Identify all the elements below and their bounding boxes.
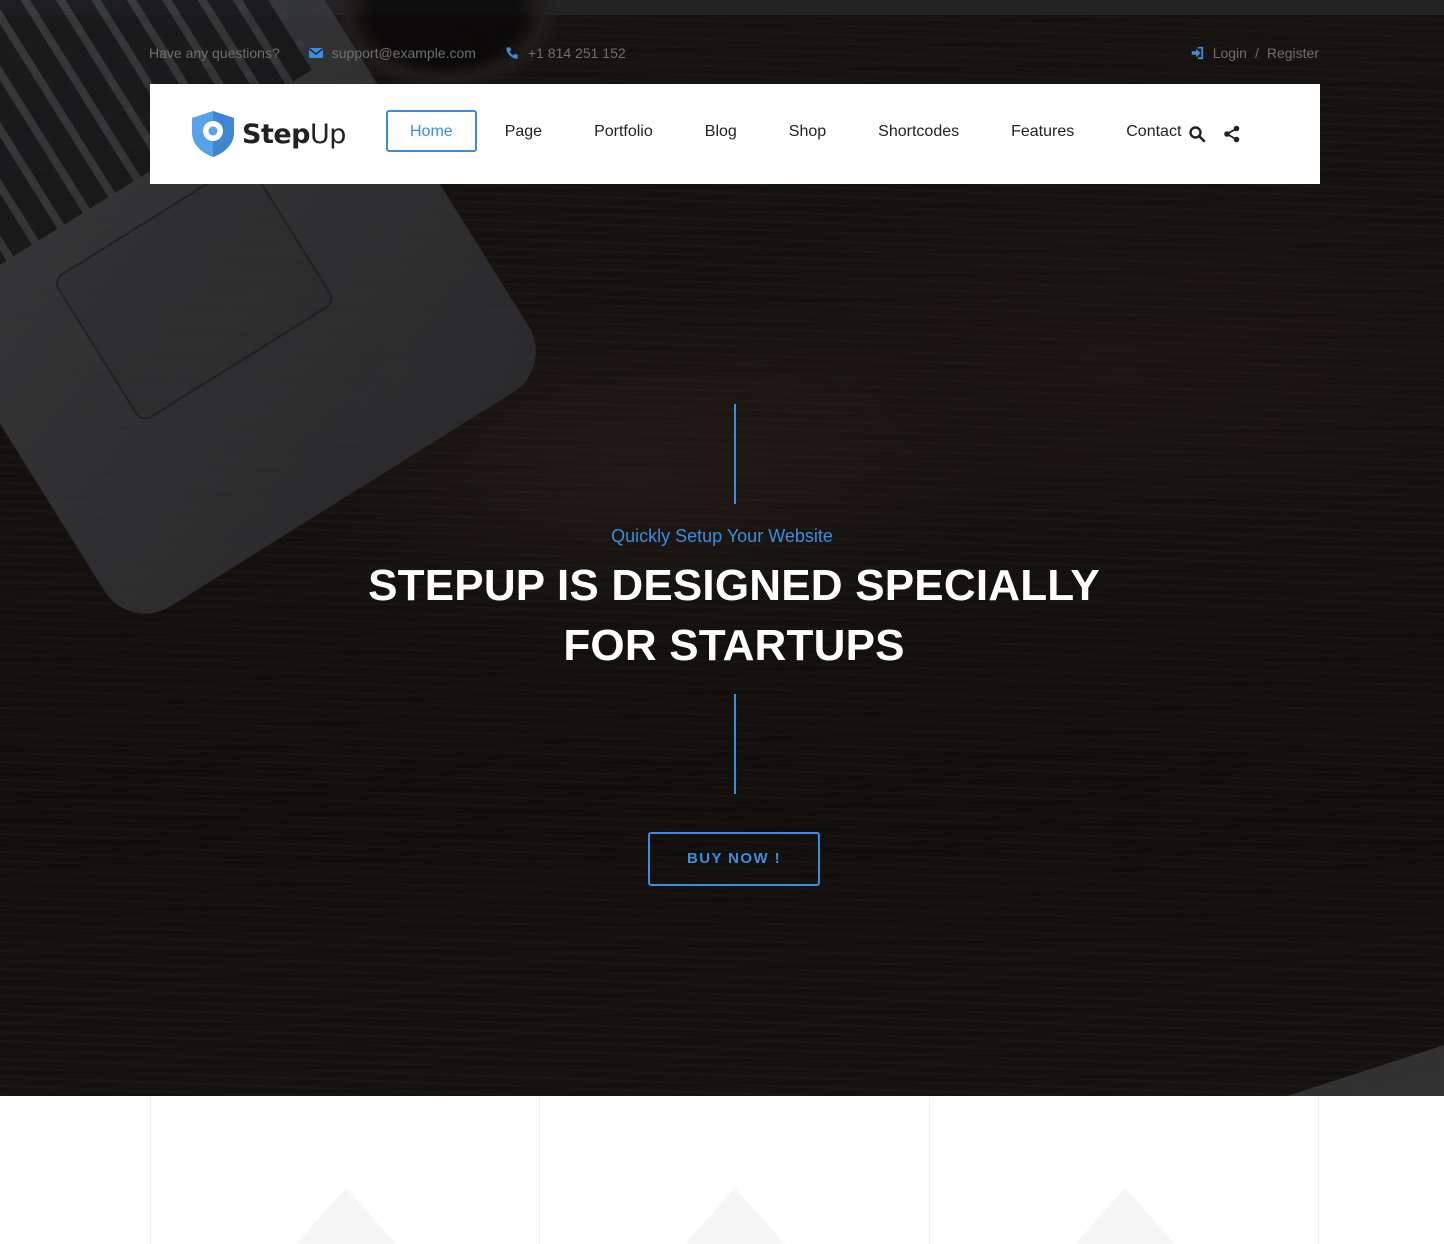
nav-item-portfolio[interactable]: Portfolio — [570, 110, 677, 152]
main-nav: Home Page Portfolio Blog Shop Shortcodes… — [386, 110, 1209, 152]
site-header: StepUp Home Page Portfolio Blog Shop Sho… — [150, 84, 1320, 184]
logo-text: StepUp — [242, 119, 346, 150]
hero-divider-bottom — [734, 694, 736, 794]
nav-item-page[interactable]: Page — [481, 110, 566, 152]
feature-icon-placeholder — [685, 1188, 785, 1244]
nav-item-blog[interactable]: Blog — [681, 110, 761, 152]
envelope-icon — [308, 48, 323, 58]
phone-link[interactable]: +1 814 251 152 — [528, 45, 626, 61]
logo-light: Up — [310, 118, 346, 150]
feature-column — [929, 1096, 1319, 1244]
hero-headline: STEPUP IS DESIGNED SPECIALLY FOR STARTUP… — [322, 556, 1146, 676]
login-link[interactable]: Login — [1189, 45, 1247, 61]
site-logo[interactable]: StepUp — [190, 110, 346, 158]
question-text: Have any questions? — [149, 45, 280, 61]
topbar-question: Have any questions? — [149, 45, 280, 61]
login-label[interactable]: Login — [1213, 45, 1247, 61]
topbar-account: Login / Register — [1189, 42, 1319, 64]
email-link[interactable]: support@example.com — [332, 45, 476, 61]
shield-icon — [192, 111, 234, 157]
header-tools — [1188, 125, 1258, 143]
features-section — [0, 1096, 1444, 1244]
topbar-email[interactable]: support@example.com — [308, 45, 476, 61]
feature-column — [539, 1096, 929, 1244]
login-register-separator: / — [1254, 45, 1259, 61]
nav-item-features[interactable]: Features — [987, 110, 1098, 152]
feature-icon-placeholder — [296, 1188, 396, 1244]
feature-column — [150, 1096, 540, 1244]
logo-bold: Step — [242, 118, 311, 150]
nav-item-shortcodes[interactable]: Shortcodes — [854, 110, 983, 152]
register-link[interactable]: Register — [1267, 45, 1319, 61]
hero-headline-line-1: STEPUP IS DESIGNED SPECIALLY — [368, 561, 1100, 610]
share-icon[interactable] — [1223, 125, 1241, 143]
nav-item-shop[interactable]: Shop — [765, 110, 850, 152]
search-icon[interactable] — [1188, 125, 1206, 143]
topbar-phone[interactable]: +1 814 251 152 — [504, 45, 626, 61]
topbar-contact: Have any questions? support@example.com … — [149, 42, 654, 64]
sign-in-icon — [1191, 46, 1203, 60]
phone-icon — [506, 47, 518, 59]
buy-now-button[interactable]: BUY NOW ! — [648, 832, 820, 886]
hero-divider-top — [734, 404, 736, 504]
nav-item-home[interactable]: Home — [386, 110, 477, 152]
hero-headline-line-2: FOR STARTUPS — [563, 621, 905, 670]
hero-subtitle: Quickly Setup Your Website — [611, 526, 833, 546]
feature-icon-placeholder — [1075, 1188, 1175, 1244]
